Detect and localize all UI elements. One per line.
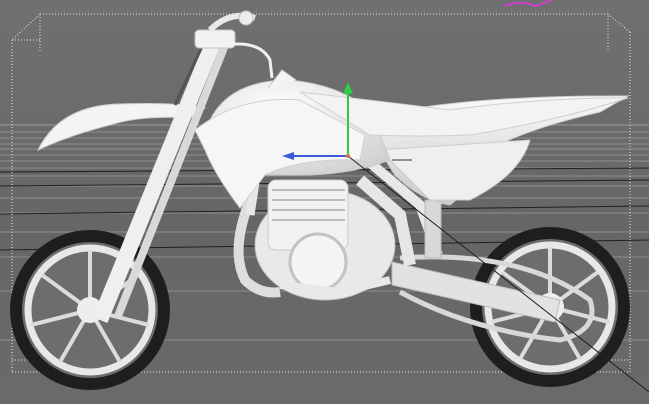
viewport-scene (0, 0, 649, 393)
axis-corner-mark (503, 0, 553, 8)
y-axis-arrow-icon[interactable] (343, 82, 353, 94)
3d-viewport[interactable] (0, 0, 649, 404)
pivot-point[interactable] (346, 154, 350, 158)
